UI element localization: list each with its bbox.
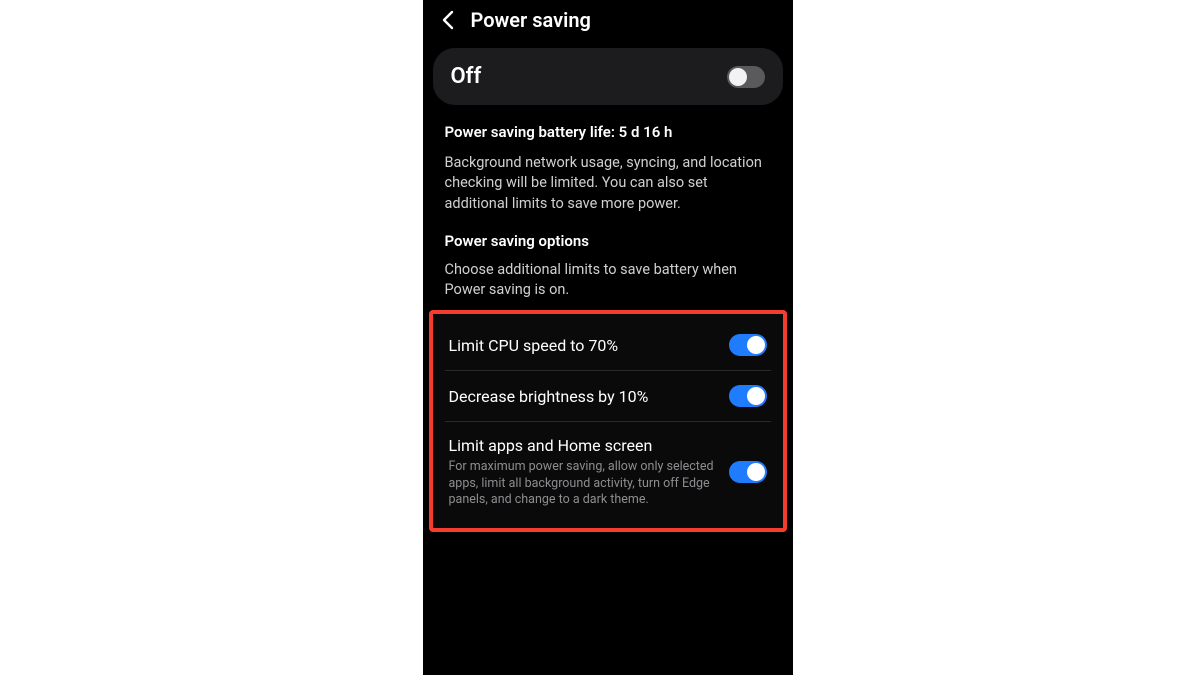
option-label: Decrease brightness by 10%: [449, 387, 717, 406]
header-bar: Power saving: [423, 0, 793, 42]
limit-apps-toggle[interactable]: [729, 461, 767, 483]
limit-cpu-toggle[interactable]: [729, 334, 767, 356]
option-sublabel: For maximum power saving, allow only sel…: [449, 459, 717, 508]
option-text: Decrease brightness by 10%: [449, 387, 729, 406]
toggle-knob: [747, 387, 765, 405]
options-description: Choose additional limits to save battery…: [445, 260, 771, 301]
option-decrease-brightness[interactable]: Decrease brightness by 10%: [445, 370, 771, 421]
power-saving-state-label: Off: [451, 64, 482, 89]
option-limit-apps[interactable]: Limit apps and Home screen For maximum p…: [445, 421, 771, 522]
option-label: Limit CPU speed to 70%: [449, 336, 717, 355]
option-limit-cpu[interactable]: Limit CPU speed to 70%: [445, 320, 771, 370]
power-saving-description: Background network usage, syncing, and l…: [445, 153, 771, 214]
back-icon[interactable]: [437, 9, 459, 31]
power-saving-toggle[interactable]: [727, 66, 765, 88]
option-text: Limit apps and Home screen For maximum p…: [449, 436, 729, 508]
battery-life-estimate: Power saving battery life: 5 d 16 h: [445, 123, 771, 141]
options-highlight-box: Limit CPU speed to 70% Decrease brightne…: [429, 310, 787, 532]
toggle-knob: [747, 336, 765, 354]
option-label: Limit apps and Home screen: [449, 436, 717, 455]
options-header: Power saving options: [445, 232, 771, 250]
power-saving-master-toggle-row[interactable]: Off: [433, 48, 783, 105]
decrease-brightness-toggle[interactable]: [729, 385, 767, 407]
toggle-knob: [729, 68, 747, 86]
phone-screen: Power saving Off Power saving battery li…: [423, 0, 793, 675]
page-title: Power saving: [471, 8, 591, 32]
option-text: Limit CPU speed to 70%: [449, 336, 729, 355]
toggle-knob: [747, 463, 765, 481]
info-section: Power saving battery life: 5 d 16 h Back…: [423, 105, 793, 300]
